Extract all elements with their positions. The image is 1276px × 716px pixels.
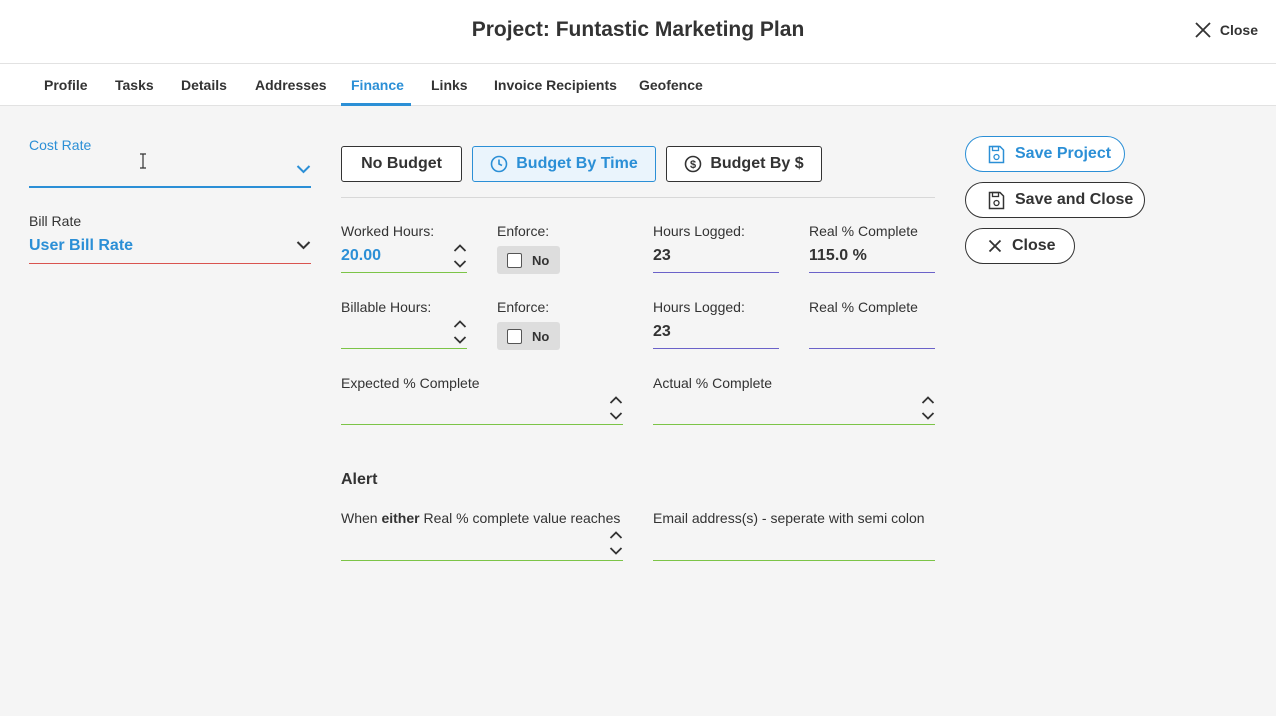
save-disk-icon — [988, 145, 1005, 163]
svg-text:$: $ — [690, 159, 696, 171]
tab-links[interactable]: Links — [431, 64, 468, 106]
billable-hours-logged-label: Hours Logged: — [653, 299, 745, 315]
billable-real-complete-label: Real % Complete — [809, 299, 918, 315]
alert-threshold-suffix: Real % complete value reaches — [419, 510, 621, 526]
alert-threshold-label: When either Real % complete value reache… — [341, 510, 620, 526]
close-button[interactable]: Close — [965, 228, 1075, 264]
billable-hours-underline — [341, 348, 467, 349]
cost-rate-select[interactable] — [29, 158, 311, 188]
close-button-label: Close — [1012, 237, 1056, 254]
actual-complete-label: Actual % Complete — [653, 375, 773, 391]
cost-rate-label: Cost Rate — [29, 137, 92, 153]
modal-header: Project: Funtastic Marketing Plan Close — [0, 0, 1276, 64]
tab-profile[interactable]: Profile — [44, 64, 88, 106]
worked-enforce-value: No — [532, 252, 550, 268]
worked-enforce-label: Enforce: — [497, 223, 550, 239]
text-cursor-icon — [140, 153, 146, 169]
worked-hours-stepper-icon[interactable] — [453, 242, 467, 272]
alert-threshold-input[interactable] — [341, 529, 623, 559]
alert-heading: Alert — [341, 471, 378, 488]
billable-hours-logged-value: 23 — [653, 323, 671, 340]
page-title: Project: Funtastic Marketing Plan — [471, 18, 805, 41]
chevron-down-icon[interactable] — [296, 164, 311, 174]
header-close-button[interactable]: Close — [1194, 21, 1258, 39]
worked-hours-logged-label: Hours Logged: — [653, 223, 745, 239]
bill-rate-select[interactable]: User Bill Rate — [29, 234, 311, 264]
close-icon — [988, 239, 1002, 253]
budget-by-time-label: Budget By Time — [516, 155, 638, 172]
alert-email-input[interactable] — [653, 529, 935, 559]
worked-real-complete-label: Real % Complete — [809, 223, 918, 239]
bill-rate-label: Bill Rate — [29, 213, 82, 229]
alert-threshold-prefix: When — [341, 510, 382, 526]
alert-email-underline — [653, 560, 935, 561]
clock-icon — [490, 155, 508, 173]
alert-email-label: Email address(s) - seperate with semi co… — [653, 510, 925, 526]
expected-complete-underline — [341, 424, 623, 425]
cost-rate-underline — [29, 186, 311, 188]
tab-finance[interactable]: Finance — [351, 64, 404, 106]
checkbox-icon — [507, 252, 522, 268]
actual-complete-underline — [653, 424, 935, 425]
worked-real-complete-underline — [809, 272, 935, 273]
actual-complete-input[interactable] — [653, 394, 935, 424]
billable-enforce-value: No — [532, 328, 550, 344]
alert-threshold-underline — [341, 560, 623, 561]
billable-real-complete-underline — [809, 348, 935, 349]
tab-bar: Profile Tasks Details Addresses Finance … — [0, 64, 1276, 106]
save-and-close-label: Save and Close — [1015, 191, 1134, 208]
dollar-circle-icon: $ — [685, 155, 702, 173]
worked-hours-logged-value: 23 — [653, 247, 671, 264]
actual-complete-stepper-icon[interactable] — [921, 394, 935, 424]
tab-addresses[interactable]: Addresses — [255, 64, 327, 106]
worked-enforce-checkbox[interactable]: No — [497, 246, 560, 274]
save-project-button[interactable]: Save Project — [965, 136, 1125, 172]
budget-by-money-button[interactable]: $ Budget By $ — [666, 146, 822, 182]
billable-hours-logged-underline — [653, 348, 779, 349]
billable-enforce-label: Enforce: — [497, 299, 550, 315]
worked-hours-logged-underline — [653, 272, 779, 273]
active-tab-indicator — [341, 103, 411, 106]
no-budget-button[interactable]: No Budget — [341, 146, 462, 182]
expected-complete-label: Expected % Complete — [341, 375, 480, 391]
bill-rate-underline — [29, 263, 311, 264]
tab-geofence[interactable]: Geofence — [639, 64, 703, 106]
close-icon — [1195, 22, 1211, 38]
save-disk-icon — [988, 191, 1005, 209]
checkbox-icon — [507, 328, 522, 344]
worked-real-complete-value: 115.0 % — [809, 247, 867, 264]
worked-hours-label: Worked Hours: — [341, 223, 435, 239]
tab-details[interactable]: Details — [181, 64, 227, 106]
alert-threshold-emphasis: either — [381, 510, 420, 526]
save-and-close-button[interactable]: Save and Close — [965, 182, 1145, 218]
no-budget-label: No Budget — [361, 155, 442, 172]
budget-by-money-label: Budget By $ — [710, 155, 804, 172]
budget-divider — [341, 197, 935, 198]
alert-threshold-stepper-icon[interactable] — [609, 529, 623, 559]
billable-hours-input[interactable] — [341, 318, 467, 348]
header-close-label: Close — [1219, 22, 1258, 38]
billable-hours-stepper-icon[interactable] — [453, 318, 467, 348]
worked-hours-input[interactable]: 20.00 — [341, 242, 467, 272]
save-project-label: Save Project — [1015, 145, 1112, 162]
billable-hours-label: Billable Hours: — [341, 299, 432, 315]
budget-by-time-button[interactable]: Budget By Time — [472, 146, 656, 182]
expected-complete-stepper-icon[interactable] — [609, 394, 623, 424]
expected-complete-input[interactable] — [341, 394, 623, 424]
tab-invoice-recipients[interactable]: Invoice Recipients — [494, 64, 617, 106]
bill-rate-value: User Bill Rate — [29, 237, 134, 254]
billable-enforce-checkbox[interactable]: No — [497, 322, 560, 350]
tab-tasks[interactable]: Tasks — [115, 64, 154, 106]
worked-hours-value: 20.00 — [341, 247, 382, 264]
chevron-down-icon[interactable] — [296, 240, 311, 250]
worked-hours-underline — [341, 272, 467, 273]
